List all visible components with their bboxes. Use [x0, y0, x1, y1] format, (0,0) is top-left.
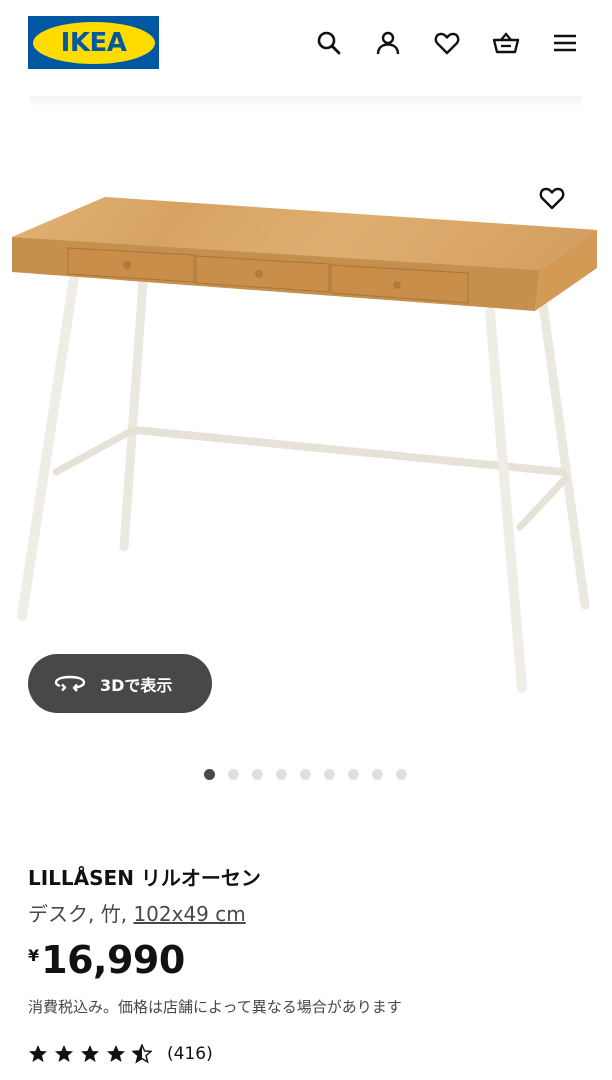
logo-text: IKEA	[60, 27, 127, 58]
rotate-3d-icon	[54, 675, 86, 692]
carousel-dot[interactable]	[324, 769, 335, 780]
product-type-material: デスク, 竹,	[28, 902, 134, 926]
star-half-icon	[132, 1044, 152, 1064]
favourites-icon[interactable]	[432, 28, 462, 58]
star-full-icon	[55, 1045, 73, 1062]
product-price: ¥ 16,990	[28, 938, 185, 982]
header-actions	[314, 28, 580, 58]
search-icon[interactable]	[314, 28, 344, 58]
logo-oval: IKEA	[32, 21, 155, 64]
ikea-logo[interactable]: IKEA	[28, 16, 159, 69]
tax-note: 消費税込み。価格は店舗によって異なる場合があります	[28, 998, 402, 1016]
product-dimensions-link[interactable]: 102x49 cm	[133, 902, 245, 926]
carousel-dot[interactable]	[396, 769, 407, 780]
account-icon[interactable]	[373, 28, 403, 58]
carousel-dot[interactable]	[228, 769, 239, 780]
image-carousel-indicators	[204, 769, 420, 780]
carousel-dot[interactable]	[204, 769, 215, 780]
product-description: デスク, 竹, 102x49 cm	[28, 898, 246, 927]
product-rating[interactable]: (416)	[28, 1044, 213, 1064]
product-name: LILLÅSEN リルオーセン	[28, 866, 261, 890]
star-full-icon	[107, 1045, 125, 1062]
star-full-icon	[29, 1045, 47, 1062]
view-3d-label: 3Dで表示	[100, 675, 173, 695]
menu-icon[interactable]	[550, 28, 580, 58]
heart-icon	[539, 187, 565, 210]
star-full-icon	[81, 1045, 99, 1062]
carousel-dot[interactable]	[300, 769, 311, 780]
view-3d-button[interactable]: 3Dで表示	[28, 654, 212, 713]
shopping-bag-icon[interactable]	[491, 28, 521, 58]
carousel-dot[interactable]	[252, 769, 263, 780]
carousel-dot[interactable]	[372, 769, 383, 780]
review-count: (416)	[167, 1044, 213, 1064]
product-image[interactable]	[0, 80, 612, 700]
add-to-favourites-button[interactable]	[536, 182, 568, 214]
price-amount: 16,990	[41, 938, 185, 982]
price-currency: ¥	[28, 946, 40, 965]
carousel-dot[interactable]	[348, 769, 359, 780]
carousel-dot[interactable]	[276, 769, 287, 780]
